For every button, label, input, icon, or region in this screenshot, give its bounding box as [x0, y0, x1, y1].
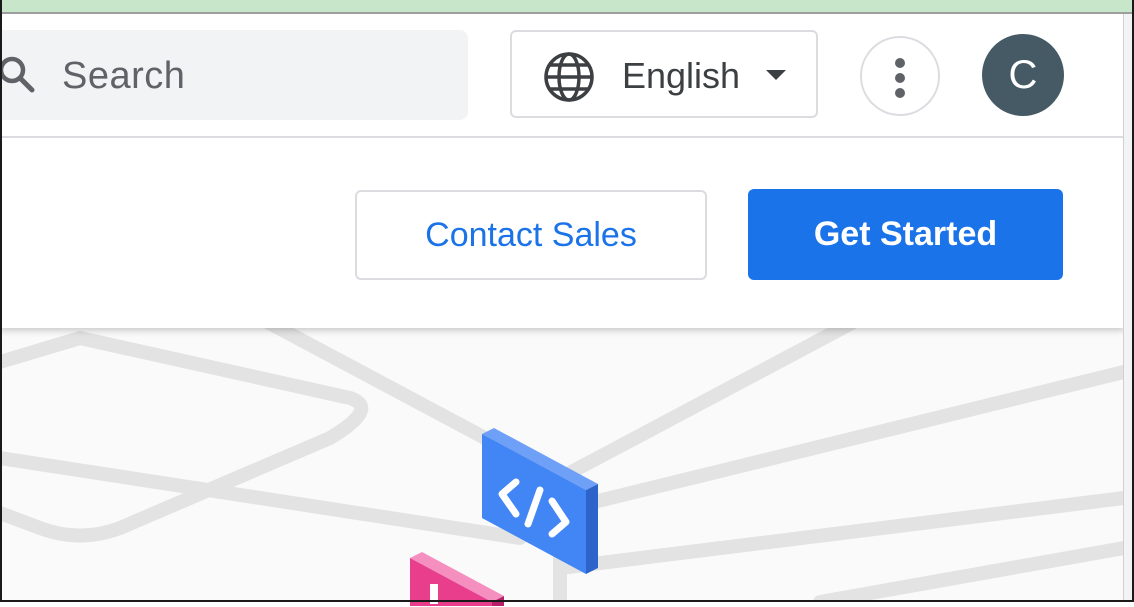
- language-label: English: [622, 55, 741, 96]
- window-top-strip: [0, 0, 1134, 14]
- get-started-button[interactable]: Get Started: [748, 189, 1063, 280]
- language-selector[interactable]: English: [510, 30, 818, 118]
- caret-down-icon: [766, 70, 786, 80]
- pink-block-icon: [410, 552, 504, 606]
- more-vert-icon-dot: [895, 88, 905, 98]
- contact-sales-button[interactable]: Contact Sales: [355, 190, 707, 280]
- search-placeholder[interactable]: Search: [62, 54, 185, 98]
- action-panel: Contact Sales Get Started: [0, 138, 1124, 328]
- hero-illustration-area: [0, 301, 1134, 607]
- user-avatar[interactable]: C: [982, 34, 1064, 116]
- globe-icon: [544, 52, 594, 102]
- search-icon: [0, 56, 35, 93]
- search-bar[interactable]: Search: [0, 30, 468, 120]
- more-vert-icon: [895, 58, 905, 68]
- more-options-button[interactable]: [860, 36, 940, 116]
- top-navigation-bar: Search English C: [0, 14, 1124, 138]
- scrollbar[interactable]: [1123, 14, 1134, 602]
- more-vert-icon-dot: [895, 73, 905, 83]
